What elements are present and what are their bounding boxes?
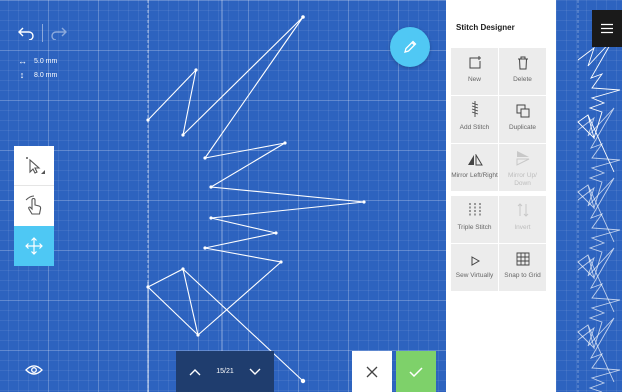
stitch-designer-panel: Stitch Designer New Delete Add Stitch Du… xyxy=(446,0,550,392)
next-stitch-button[interactable] xyxy=(244,361,266,383)
chevron-down-icon xyxy=(249,368,261,375)
pencil-icon xyxy=(404,40,417,53)
new-label: New xyxy=(467,76,481,83)
undo-button[interactable] xyxy=(14,22,38,44)
width-measurement: ↔ 5.0 mm xyxy=(18,56,57,66)
stitch-canvas[interactable]: ↔ 5.0 mm ↕ 8.0 mm 15/21 xyxy=(0,0,446,392)
tool-panel xyxy=(14,146,54,266)
triple-stitch-button[interactable]: Triple Stitch xyxy=(451,196,498,243)
stitch-pager: 15/21 xyxy=(176,351,274,392)
stitch-path xyxy=(147,16,365,382)
horizontal-arrows-icon: ↔ xyxy=(18,56,27,66)
view-toggle-button[interactable] xyxy=(24,362,44,378)
undo-redo-group xyxy=(14,22,71,44)
mirror-up-down-button[interactable]: Mirror Up/ Down xyxy=(499,144,546,191)
redo-button[interactable] xyxy=(47,22,71,44)
mirror-left-right-label: Mirror Left/Right xyxy=(451,172,498,179)
cursor-select-icon xyxy=(26,156,45,174)
delete-button[interactable]: Delete xyxy=(499,48,546,95)
hand-pointer-icon xyxy=(25,195,42,215)
trash-icon xyxy=(517,56,528,70)
mirror-left-right-icon xyxy=(467,154,483,166)
snap-to-grid-label: Snap to Grid xyxy=(504,272,541,279)
triple-stitch-icon xyxy=(469,203,480,217)
mirror-up-down-label: Mirror Up/ Down xyxy=(508,172,537,187)
duplicate-button[interactable]: Duplicate xyxy=(499,96,546,143)
height-measurement: ↕ 8.0 mm xyxy=(18,70,58,80)
width-value: 5.0 mm xyxy=(34,57,58,65)
snap-grid-icon xyxy=(516,252,529,266)
snap-to-grid-button[interactable]: Snap to Grid xyxy=(499,244,546,291)
mirror-left-right-button[interactable]: Mirror Left/Right xyxy=(451,144,498,191)
new-stitch-icon xyxy=(469,56,481,69)
invert-icon xyxy=(517,203,528,217)
page-counter: 15/21 xyxy=(216,368,234,375)
add-stitch-button[interactable]: Add Stitch xyxy=(451,96,498,143)
previous-stitch-button[interactable] xyxy=(184,361,206,383)
cancel-button[interactable] xyxy=(352,351,392,392)
chevron-up-icon xyxy=(189,368,201,375)
panel-title: Stitch Designer xyxy=(456,23,515,32)
delete-label: Delete xyxy=(513,76,532,83)
stitch-preview-strip[interactable] xyxy=(556,0,622,392)
edit-button[interactable] xyxy=(390,27,430,67)
duplicate-icon xyxy=(516,104,529,118)
add-stitch-icon xyxy=(471,101,478,117)
sew-virtually-button[interactable]: Sew Virtually xyxy=(451,244,498,291)
invert-label: Invert xyxy=(514,224,531,231)
close-icon xyxy=(366,366,378,377)
confirm-button[interactable] xyxy=(396,351,436,392)
new-button[interactable]: New xyxy=(451,48,498,95)
eye-icon xyxy=(25,365,43,375)
check-icon xyxy=(409,366,423,377)
play-icon xyxy=(471,256,480,266)
mirror-up-down-icon xyxy=(516,151,529,166)
stitch-pattern[interactable] xyxy=(0,0,446,392)
sew-virtually-label: Sew Virtually xyxy=(455,272,494,279)
undo-redo-divider xyxy=(42,24,43,42)
stitch-preview-pattern xyxy=(577,0,621,392)
vertical-arrows-icon: ↕ xyxy=(19,70,25,80)
add-stitch-label: Add Stitch xyxy=(459,124,490,131)
touch-tool[interactable] xyxy=(14,186,54,226)
redo-icon xyxy=(51,27,67,40)
duplicate-label: Duplicate xyxy=(508,124,537,131)
hamburger-menu-icon xyxy=(601,23,613,34)
height-value: 8.0 mm xyxy=(34,71,58,79)
invert-button[interactable]: Invert xyxy=(499,196,546,243)
move-arrows-icon xyxy=(25,237,43,255)
menu-button[interactable] xyxy=(592,10,622,47)
triple-stitch-label: Triple Stitch xyxy=(457,224,492,231)
undo-icon xyxy=(18,27,34,40)
move-tool[interactable] xyxy=(14,226,54,266)
select-tool[interactable] xyxy=(14,146,54,186)
